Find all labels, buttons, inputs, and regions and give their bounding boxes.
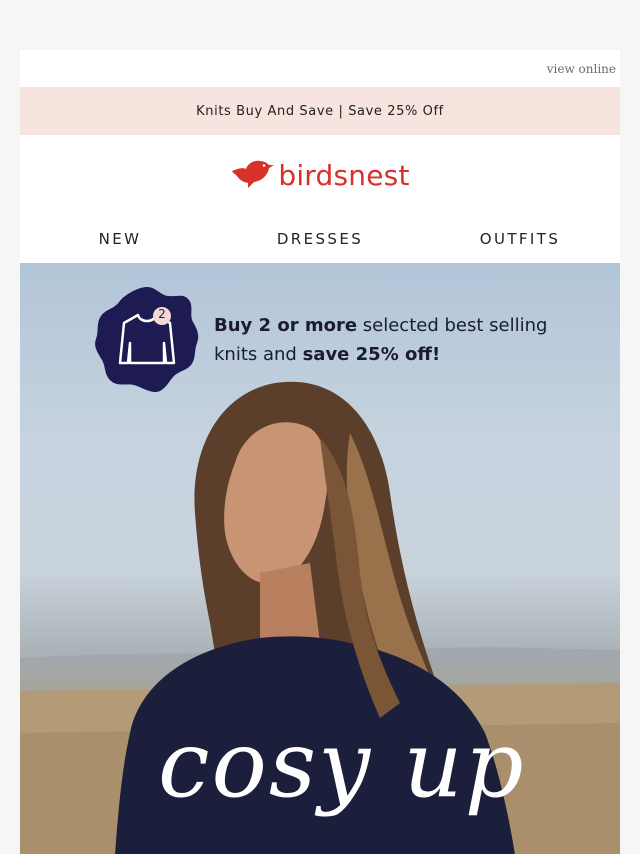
hero-headline: cosy up xyxy=(158,711,526,818)
bird-logo-icon xyxy=(230,157,275,194)
email-container: view online Knits Buy And Save | Save 25… xyxy=(20,50,620,854)
logo-row: birdsnest xyxy=(20,135,620,215)
top-bar: view online xyxy=(20,50,620,87)
nav-item-dresses[interactable]: DRESSES xyxy=(220,230,420,248)
promo-banner[interactable]: Knits Buy And Save | Save 25% Off xyxy=(20,87,620,135)
promo-text[interactable]: Knits Buy And Save | Save 25% Off xyxy=(196,104,444,119)
brand-name: birdsnest xyxy=(278,158,410,192)
nav-item-new[interactable]: NEW xyxy=(20,230,220,248)
offer-highlight-1: Buy 2 or more xyxy=(214,315,358,336)
brand-logo[interactable]: birdsnest xyxy=(230,157,409,194)
nav-item-outfits[interactable]: OUTFITS xyxy=(420,230,620,248)
badge-count: 2 xyxy=(158,307,166,321)
offer-highlight-2: save 25% off! xyxy=(302,344,441,365)
knit-badge: 2 xyxy=(94,285,200,400)
main-nav: NEW DRESSES OUTFITS xyxy=(20,215,620,263)
offer-text: Buy 2 or more selected best selling knit… xyxy=(214,311,574,369)
hero-banner[interactable]: 2 Buy 2 or more selected best selling kn… xyxy=(20,263,620,854)
view-online-link[interactable]: view online xyxy=(547,62,616,76)
